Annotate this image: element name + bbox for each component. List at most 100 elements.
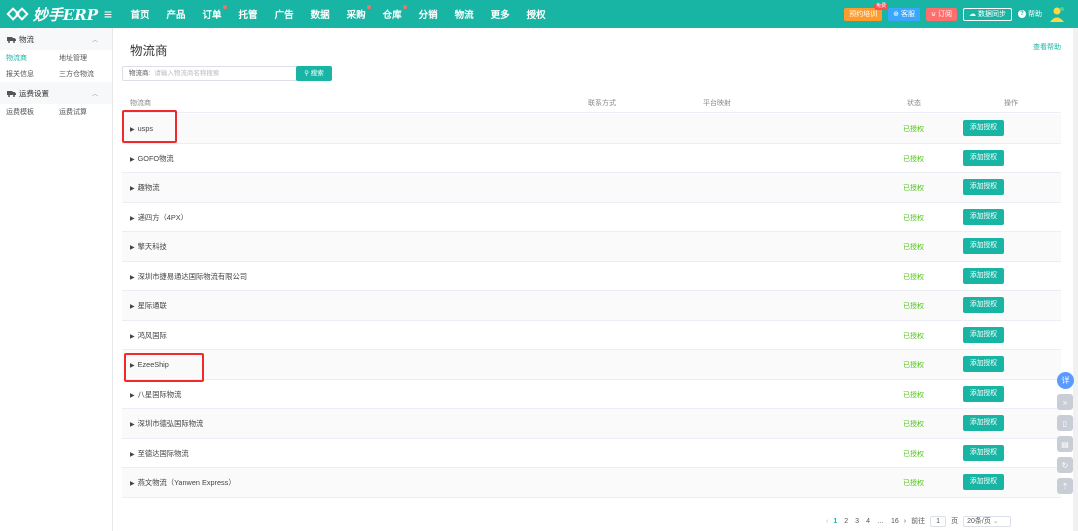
carrier-name[interactable]: ▶ 八星国际物流 <box>130 390 181 400</box>
carrier-name-text: 八星国际物流 <box>137 389 182 399</box>
nav-item[interactable]: 首页 <box>122 7 158 21</box>
note-icon[interactable]: ▤ <box>1057 436 1073 452</box>
search-placeholder: 请输入物流商名称搜索 <box>154 70 220 77</box>
sidebar-item[interactable]: 物流商 <box>6 53 59 63</box>
nav-item[interactable]: 广告 <box>266 7 302 21</box>
nav-item[interactable]: 订单 <box>194 5 230 21</box>
add-authorization-button[interactable]: 添加授权 <box>963 267 1004 284</box>
status-badge: 已授权 <box>903 273 924 281</box>
nav-item[interactable]: 产品 <box>158 7 194 21</box>
sidebar-item[interactable]: 地址管理 <box>59 53 112 63</box>
table-row: ▶ 深圳市捷易通达国际物流有限公司 已授权 添加授权 <box>122 262 1061 291</box>
expand-triangle-icon: ▶ <box>130 156 135 163</box>
page-number[interactable]: … <box>877 518 884 525</box>
carrier-name[interactable]: ▶ 擎天科技 <box>130 242 167 252</box>
table-row: ▶ 深圳市德弘国际物流 已授权 添加授权 <box>122 409 1061 439</box>
data-sync-button[interactable]: ☁ 数据同步 <box>963 7 1012 21</box>
sidebar-item[interactable]: 运费试算 <box>59 107 112 117</box>
carrier-name[interactable]: ▶ 深圳市捷易通达国际物流有限公司 <box>130 272 247 282</box>
add-authorization-button[interactable]: 添加授权 <box>963 356 1004 372</box>
col-name: 物流商 <box>130 100 151 107</box>
carrier-name-text: 深圳市捷易通达国际物流有限公司 <box>137 271 248 281</box>
add-authorization-button[interactable]: 添加授权 <box>963 179 1004 195</box>
truck-icon <box>7 90 16 97</box>
table-row: ▶ 递四方（4PX） 已授权 添加授权 <box>122 203 1061 232</box>
add-authorization-button[interactable]: 添加授权 <box>963 385 1004 402</box>
service-label: 客服 <box>900 10 915 18</box>
add-authorization-button[interactable]: 添加授权 <box>963 444 1004 461</box>
nav-item[interactable]: 采购 <box>338 5 374 21</box>
back-to-top-icon[interactable]: ⇡ <box>1057 478 1073 494</box>
status-badge: 已授权 <box>903 332 924 340</box>
nav-item[interactable]: 物流 <box>446 7 482 21</box>
nav-item[interactable]: 分销 <box>410 7 446 21</box>
search-button[interactable]: ⚲ 搜索 <box>296 66 332 81</box>
highlight-box <box>124 353 204 382</box>
table-row: ▶ 鸿风国际 已授权 添加授权 <box>122 321 1061 350</box>
next-page-icon[interactable]: › <box>904 518 906 525</box>
add-authorization-button[interactable]: 添加授权 <box>963 326 1004 343</box>
add-authorization-button[interactable]: 添加授权 <box>963 474 1004 490</box>
chevron-up-icon: ︿ <box>91 92 98 98</box>
carrier-name[interactable]: ▶ 燕文物流（Yanwen Express） <box>130 478 236 488</box>
subscribe-button[interactable]: ⊍ 订阅 <box>925 7 958 21</box>
col-platform: 平台映射 <box>703 100 731 107</box>
nav-item-label: 数据 <box>310 10 330 21</box>
page-number[interactable]: 16 <box>891 518 899 525</box>
app-logo[interactable]: 妙手ERP <box>0 4 98 25</box>
help-button[interactable]: ? 帮助 <box>1018 9 1042 19</box>
goto-label: 前往 <box>911 518 926 525</box>
search-input[interactable]: 物流商: 请输入物流商名称搜索 <box>122 66 297 81</box>
customer-service-button[interactable]: ⊕ 客服 <box>888 7 920 21</box>
add-authorization-button[interactable]: 添加授权 <box>963 238 1004 254</box>
nav-item[interactable]: 仓库 <box>374 5 410 21</box>
sidebar-item[interactable]: 运费模板 <box>6 107 59 117</box>
page-size-select[interactable]: 20条/页 ⌄ <box>963 515 1012 527</box>
page-number[interactable]: 2 <box>844 518 848 525</box>
sidebar-item[interactable]: 三方仓物流 <box>59 69 112 79</box>
page-title: 物流商 <box>130 44 168 58</box>
refresh-icon[interactable]: ↻ <box>1057 457 1073 473</box>
sidebar-group-title: 运费设置 <box>19 88 49 98</box>
sidebar-group[interactable]: 物流 ︿ <box>0 28 112 50</box>
add-authorization-button[interactable]: 添加授权 <box>963 120 1004 136</box>
nav-item[interactable]: 数据 <box>302 7 338 21</box>
add-authorization-button[interactable]: 添加授权 <box>963 149 1004 166</box>
status-badge: 已授权 <box>903 450 924 458</box>
carrier-name[interactable]: ▶ 鸿风国际 <box>130 331 167 341</box>
collapse-right-icon[interactable]: » <box>1057 394 1073 410</box>
menu-toggle-icon[interactable]: ≡ <box>98 6 118 22</box>
page-number[interactable]: 1 <box>833 518 837 525</box>
carrier-name[interactable]: ▶ 至德达国际物流 <box>130 449 189 459</box>
carrier-name[interactable]: ▶ 深圳市德弘国际物流 <box>130 419 203 429</box>
nav-item[interactable]: 授权 <box>518 7 554 21</box>
page-unit: 页 <box>951 518 959 525</box>
carrier-name-text: 至德达国际物流 <box>137 448 189 458</box>
page-number[interactable]: 4 <box>866 518 870 525</box>
nav-item[interactable]: 托管 <box>230 7 266 21</box>
carrier-name-text: 递四方（4PX） <box>137 212 188 222</box>
carrier-name[interactable]: ▶ 递四方（4PX） <box>130 213 188 223</box>
training-button[interactable]: 预约培训 免费 <box>844 2 889 21</box>
carrier-name[interactable]: ▶ 趣物流 <box>130 183 160 193</box>
prev-page-icon[interactable]: ‹ <box>826 518 828 525</box>
sidebar-item[interactable]: 报关信息 <box>6 69 59 79</box>
page-number[interactable]: 3 <box>855 518 859 525</box>
carrier-name[interactable]: ▶ 星际通联 <box>130 301 167 311</box>
add-authorization-button[interactable]: 添加授权 <box>963 415 1004 431</box>
carrier-name[interactable]: ▶ GOFO物流 <box>130 154 174 164</box>
expand-triangle-icon: ▶ <box>130 333 135 340</box>
table-row: ▶ 趣物流 已授权 添加授权 <box>122 173 1061 203</box>
table-row: ▶ 星际通联 已授权 添加授权 <box>122 291 1061 321</box>
add-authorization-button[interactable]: 添加授权 <box>963 297 1004 313</box>
search-label: 物流商: <box>129 70 151 77</box>
nav-item[interactable]: 更多 <box>482 7 518 21</box>
view-help-link[interactable]: 查看帮助 <box>1033 42 1061 52</box>
mobile-icon[interactable]: ▯ <box>1057 415 1073 431</box>
detail-float-button[interactable]: 详 <box>1057 372 1074 389</box>
status-badge: 已授权 <box>903 362 924 369</box>
user-avatar-icon[interactable] <box>1048 5 1066 23</box>
goto-page-input[interactable]: 1 <box>930 515 947 527</box>
sidebar-group[interactable]: 运费设置 ︿ <box>0 82 112 104</box>
add-authorization-button[interactable]: 添加授权 <box>963 208 1004 225</box>
